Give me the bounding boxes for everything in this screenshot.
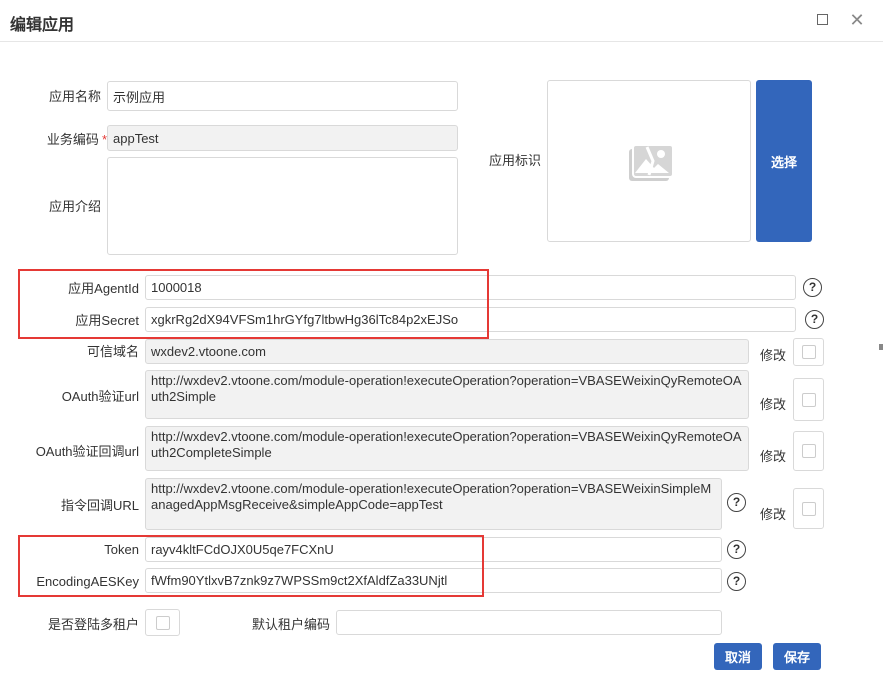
biz-code-label: 业务编码 * (20, 132, 107, 148)
multi-tenant-label: 是否登陆多租户 (47, 617, 139, 632)
image-placeholder-icon (629, 144, 673, 181)
trusted-domain-modify-label: 修改 (760, 348, 787, 363)
token-help-icon[interactable]: ? (727, 540, 746, 559)
cmd-callback-help-icon[interactable]: ? (727, 493, 746, 512)
dialog-title: 编辑应用 (10, 17, 75, 34)
dialog-header: 编辑应用 ✕ (0, 0, 883, 42)
close-icon[interactable]: ✕ (848, 11, 866, 29)
biz-code-label-text: 业务编码 (46, 132, 99, 147)
trusted-domain-label: 可信域名 (86, 344, 139, 359)
edit-app-dialog: 编辑应用 ✕ 应用名称 示例应用 业务编码 * appTest 应用介绍 应用标识… (0, 0, 883, 694)
biz-code-input[interactable]: appTest (107, 125, 458, 151)
trusted-domain-input[interactable]: wxdev2.vtoone.com (145, 339, 749, 364)
oauth-url-modify-checkbox[interactable] (793, 378, 824, 421)
cmd-callback-modify-label: 修改 (760, 507, 787, 522)
save-button[interactable]: 保存 (773, 643, 821, 670)
app-logo-preview[interactable] (547, 80, 751, 242)
cmd-callback-modify-checkbox[interactable] (793, 488, 824, 529)
oauth-callback-modify-label: 修改 (760, 449, 787, 464)
multi-tenant-checkbox[interactable] (145, 609, 180, 636)
app-name-input[interactable]: 示例应用 (107, 81, 458, 111)
secret-help-icon[interactable]: ? (805, 310, 824, 329)
app-logo-label: 应用标识 (488, 153, 541, 168)
aes-key-help-icon[interactable]: ? (727, 572, 746, 591)
oauth-callback-input[interactable]: http://wxdev2.vtoone.com/module-operatio… (145, 426, 749, 471)
cancel-button[interactable]: 取消 (714, 643, 762, 670)
select-logo-button[interactable]: 选择 (756, 80, 812, 242)
oauth-url-modify-label: 修改 (760, 397, 787, 412)
oauth-url-label: OAuth验证url (61, 389, 139, 404)
oauth-url-input[interactable]: http://wxdev2.vtoone.com/module-operatio… (145, 370, 749, 419)
highlight-box-token (18, 535, 484, 597)
maximize-icon[interactable] (814, 11, 832, 29)
oauth-callback-modify-checkbox[interactable] (793, 431, 824, 471)
app-intro-label: 应用介绍 (48, 199, 101, 214)
default-tenant-input[interactable] (336, 610, 722, 635)
app-intro-textarea[interactable] (107, 157, 458, 255)
oauth-callback-label: OAuth验证回调url (35, 444, 139, 459)
agent-id-help-icon[interactable]: ? (803, 278, 822, 297)
default-tenant-label: 默认租户编码 (251, 617, 330, 632)
trusted-domain-modify-checkbox[interactable] (793, 338, 824, 366)
cmd-callback-input[interactable]: http://wxdev2.vtoone.com/module-operatio… (145, 478, 722, 530)
scrollbar-handle[interactable] (879, 344, 883, 350)
app-name-label: 应用名称 (48, 89, 101, 104)
highlight-box-agent (18, 269, 489, 339)
cmd-callback-label: 指令回调URL (60, 498, 139, 513)
